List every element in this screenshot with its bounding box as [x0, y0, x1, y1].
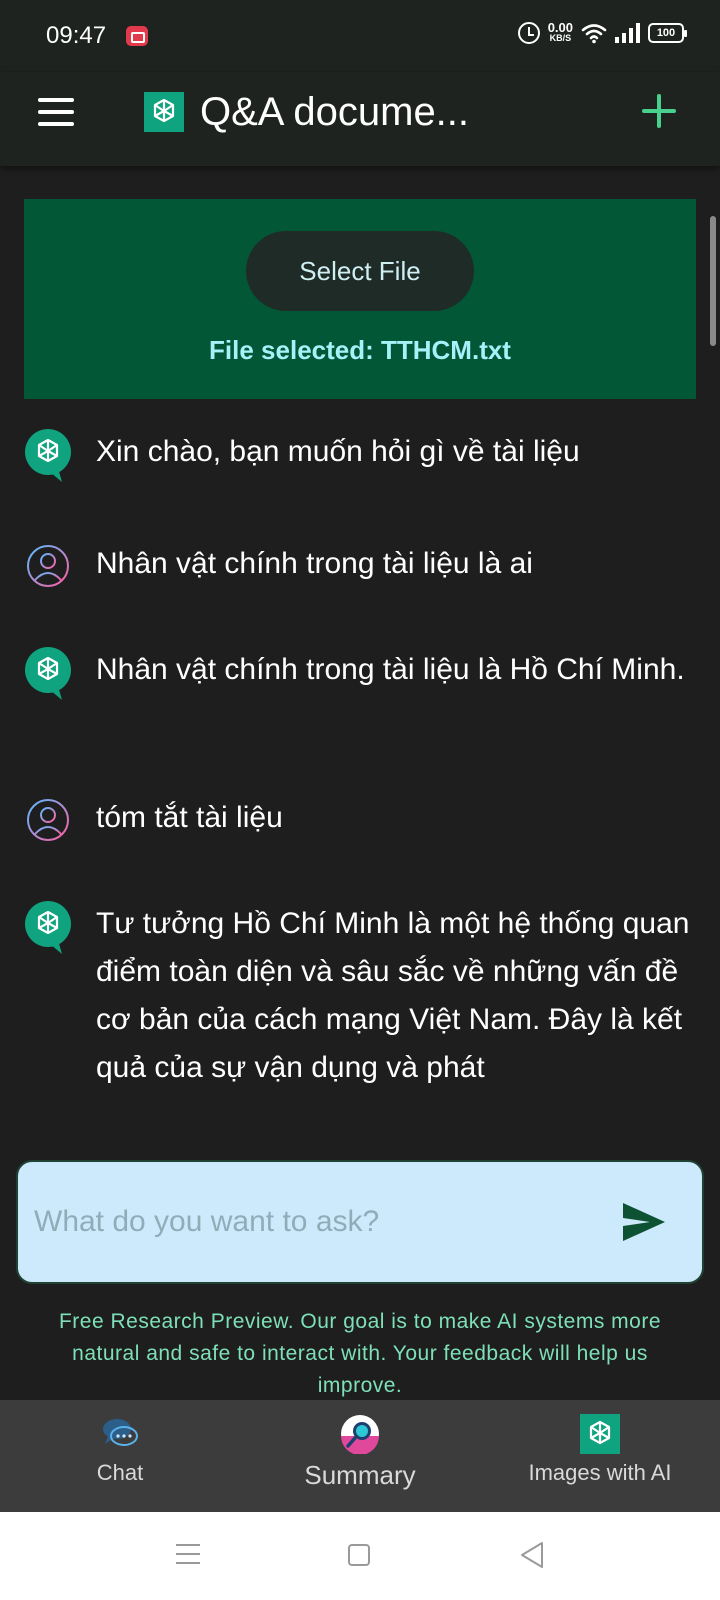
- status-time: 09:47: [46, 22, 107, 49]
- message-text: Xin chào, bạn muốn hỏi gì về tài liệu: [96, 435, 580, 468]
- message-text: Nhân vật chính trong tài liệu là ai: [96, 547, 533, 580]
- nav-item-chat[interactable]: Chat: [0, 1400, 240, 1512]
- network-speed-value: 0.00: [547, 20, 573, 35]
- disclaimer-text: Free Research Preview. Our goal is to ma…: [58, 1310, 662, 1397]
- network-speed: 0.00 KB/S: [547, 20, 573, 44]
- question-input[interactable]: [34, 1192, 594, 1252]
- send-icon[interactable]: [620, 1200, 668, 1244]
- file-panel: Select File File selected: TTHCM.txt: [24, 199, 696, 399]
- back-icon[interactable]: [518, 1540, 546, 1570]
- select-file-button[interactable]: Select File: [246, 231, 474, 311]
- system-nav-bar: [0, 1512, 720, 1600]
- nav-item-images-with-ai[interactable]: Images with AI: [480, 1400, 720, 1512]
- question-input-box: [16, 1160, 704, 1284]
- hamburger-menu-icon[interactable]: [38, 98, 74, 126]
- plus-icon[interactable]: [642, 94, 676, 128]
- assistant-avatar-icon: [25, 429, 71, 482]
- summary-search-icon: [341, 1415, 379, 1454]
- alarm-icon: [517, 22, 540, 44]
- screen-record-icon: [126, 26, 148, 46]
- openai-logo-icon: [580, 1414, 620, 1454]
- signal-icon: [615, 23, 640, 43]
- message-text: Tư tưởng Hồ Chí Minh là một hệ thống qua…: [96, 907, 690, 1084]
- message-text: tóm tắt tài liệu: [96, 801, 283, 834]
- message-text: Nhân vật chính trong tài liệu là Hồ Chí …: [96, 653, 685, 686]
- assistant-avatar-icon: [25, 901, 71, 954]
- chat-bubbles-icon: [103, 1419, 138, 1446]
- nav-label: Chat: [96, 1460, 144, 1485]
- user-avatar-icon: [27, 545, 69, 587]
- wifi-icon: [581, 24, 607, 44]
- recent-apps-icon[interactable]: [176, 1544, 200, 1564]
- nav-label: Summary: [304, 1460, 416, 1490]
- battery-icon: 100: [648, 23, 687, 43]
- file-selected-text: File selected: TTHCM.txt: [209, 335, 511, 365]
- nav-item-summary[interactable]: Summary: [240, 1400, 480, 1512]
- assistant-avatar-icon: [25, 647, 71, 700]
- bottom-nav: Chat Summary Images with AI: [0, 1400, 720, 1512]
- nav-label: Images with AI: [528, 1460, 672, 1485]
- app-bar: Q&A docume...: [0, 72, 720, 166]
- status-icons: 0.00 KB/S 100: [517, 20, 687, 44]
- openai-logo-icon: [144, 92, 184, 132]
- app-title: Q&A docume...: [200, 90, 470, 134]
- network-speed-unit: KB/S: [549, 33, 572, 43]
- status-bar: 09:47 0.00 KB/S 100: [0, 0, 720, 72]
- home-icon[interactable]: [348, 1544, 370, 1566]
- scrollbar[interactable]: [710, 216, 716, 346]
- user-avatar-icon: [27, 799, 69, 841]
